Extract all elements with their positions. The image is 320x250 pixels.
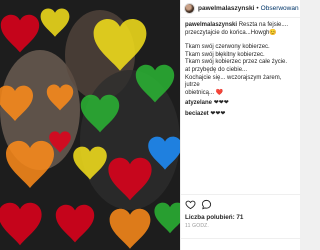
- likes-count[interactable]: Liczba polubień: 71: [185, 214, 297, 221]
- caption-line: Reszta na fejsie....: [238, 22, 289, 28]
- caption-author[interactable]: pawelmalaszynski: [185, 22, 237, 28]
- post-sidebar: pawelmalaszynski • Obserwowan pawelmalas…: [180, 0, 301, 250]
- speech-bubble-icon[interactable]: [201, 199, 212, 210]
- header-separator: •: [256, 5, 259, 12]
- follow-button[interactable]: Obserwowan: [261, 5, 299, 12]
- caption-line: obietnicą... ❤️: [185, 89, 224, 96]
- comments-section: pawelmalaszynski Reszta na fejsie.... pr…: [181, 18, 300, 119]
- post-date[interactable]: 11 GODZ.: [185, 223, 297, 229]
- heart-outline-icon[interactable]: [185, 199, 196, 210]
- comment-item: beciazet ❤❤❤: [185, 111, 296, 119]
- caption: pawelmalaszynski Reszta na fejsie.... pr…: [185, 22, 296, 97]
- comment-author[interactable]: atyzelane: [185, 100, 212, 106]
- caption-line: przeczytajcie do końca...Howgh😊: [185, 29, 277, 36]
- caption-line: Tkam swój czerwony kobierzec.: [185, 44, 270, 51]
- comment-text: ❤❤❤: [213, 100, 229, 107]
- comment-text: ❤❤❤: [210, 110, 226, 117]
- caption-line: at przybędę do ciebie...: [185, 66, 248, 73]
- comment-author[interactable]: beciazet: [185, 111, 209, 117]
- caption-line: Tkam swój błękitny kobierzec.: [185, 51, 265, 58]
- caption-line: Kochajcie się... wczorajszym żarem, jutr…: [185, 74, 282, 89]
- post-actions: Liczba polubień: 71 11 GODZ.: [181, 194, 301, 229]
- comment-box: [181, 238, 301, 250]
- post-header: pawelmalaszynski • Obserwowan: [181, 0, 300, 18]
- comment-item: atyzelane ❤❤❤: [185, 100, 296, 108]
- post-image[interactable]: [0, 0, 180, 250]
- caption-line: Tkam swój kobierzec przez całe życie.: [185, 59, 288, 66]
- action-icons: [185, 198, 297, 211]
- header-username[interactable]: pawelmalaszynski: [198, 5, 254, 12]
- avatar[interactable]: [184, 3, 195, 14]
- post-photo: [0, 0, 180, 250]
